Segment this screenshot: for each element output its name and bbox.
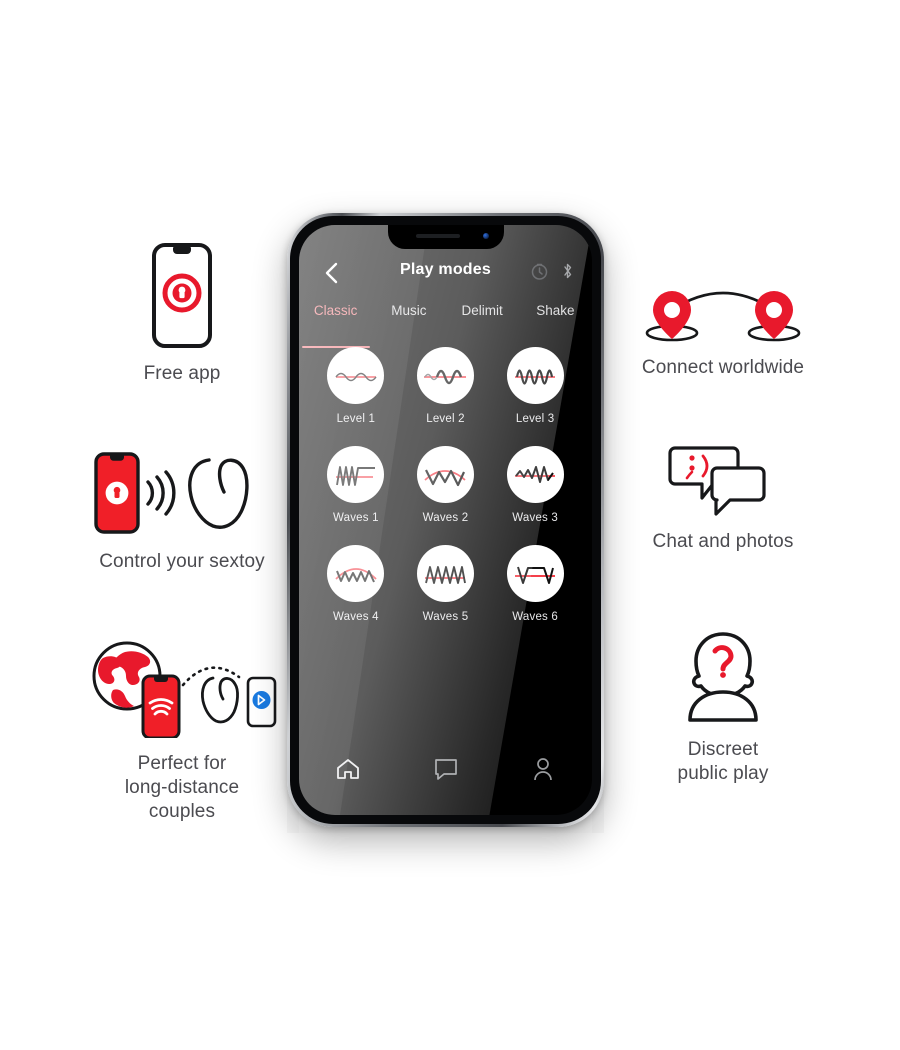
feature-caption: Connect worldwide	[641, 357, 805, 378]
mode-waves-5[interactable]: Waves 5	[401, 545, 491, 623]
mode-tabs: Classic Music Delimit Shake	[299, 303, 592, 337]
globe-phone-toy-bluetooth-icon	[87, 638, 277, 738]
feature-caption: Control your sextoy	[99, 551, 265, 572]
mode-level-2[interactable]: Level 2	[401, 347, 491, 425]
nav-home-button[interactable]	[299, 757, 397, 781]
feature-connect-worldwide: Connect worldwide	[620, 280, 826, 380]
phone-mockup: Play modes Classic Music Delimit Shake L…	[287, 213, 604, 833]
phone-frame: Play modes Classic Music Delimit Shake L…	[287, 213, 604, 827]
mode-label: Waves 2	[422, 512, 469, 524]
feature-long-distance: Perfect for long-distance couples	[82, 638, 282, 824]
mode-label: Waves 6	[512, 611, 558, 623]
mode-label: Level 1	[336, 413, 376, 425]
mode-waves-6[interactable]: Waves 6	[490, 545, 580, 623]
mode-level-3[interactable]: Level 3	[490, 347, 580, 425]
caption-line-1: Discreet	[687, 739, 759, 760]
mode-waves-4[interactable]: Waves 4	[311, 545, 401, 623]
front-camera-icon	[482, 233, 489, 239]
phone-bezel: Play modes Classic Music Delimit Shake L…	[290, 216, 601, 824]
caption-line-2: long-distance	[124, 777, 240, 798]
promo-layout: Free app Control your sextoy Perfect for…	[0, 0, 900, 1050]
tab-music[interactable]: Music	[372, 303, 445, 337]
feature-control-sextoy: Control your sextoy	[82, 448, 282, 574]
waveform-waves-4-icon	[327, 545, 385, 602]
anonymous-person-question-icon	[668, 630, 778, 724]
mode-label: Waves 1	[332, 512, 379, 524]
app-header: Play modes	[299, 255, 592, 293]
nav-profile-button[interactable]	[494, 757, 592, 781]
timer-icon[interactable]	[531, 263, 548, 285]
phone-signal-toy-icon	[93, 448, 271, 536]
mode-label: Waves 4	[332, 611, 379, 623]
caption-line-3: couples	[148, 801, 216, 822]
mode-waves-3[interactable]: Waves 3	[490, 446, 580, 524]
play-modes-grid: Level 1 Level 2 Level 3 Waves 1 Waves 2 …	[311, 347, 580, 644]
waveform-level-3-icon	[506, 347, 564, 404]
bluetooth-icon[interactable]	[561, 262, 574, 285]
bottom-nav	[299, 749, 592, 789]
app-ui: Play modes Classic Music Delimit Shake L…	[299, 225, 592, 815]
two-speech-bubbles-icon	[667, 444, 779, 516]
waveform-waves-3-icon	[506, 446, 564, 503]
phone-notch	[387, 225, 504, 249]
feature-free-app: Free app	[92, 243, 272, 386]
mode-waves-2[interactable]: Waves 2	[401, 446, 491, 524]
feature-chat-photos: Chat and photos	[638, 444, 808, 554]
waveform-waves-2-icon	[416, 446, 474, 503]
earpiece-speaker	[415, 234, 460, 238]
nav-chat-button[interactable]	[397, 758, 495, 780]
tab-shake[interactable]: Shake	[519, 303, 592, 337]
feature-caption: Free app	[143, 363, 221, 384]
caption-line-2: public play	[677, 763, 769, 784]
mode-waves-1[interactable]: Waves 1	[311, 446, 401, 524]
waveform-waves-6-icon	[506, 545, 564, 602]
tab-classic[interactable]: Classic	[299, 303, 372, 337]
phone-screen: Play modes Classic Music Delimit Shake L…	[299, 225, 592, 815]
header-actions	[531, 262, 574, 285]
phone-with-app-logo-icon	[152, 243, 212, 348]
waveform-waves-1-icon	[327, 446, 385, 503]
feature-caption: Perfect for long-distance couples	[125, 752, 239, 824]
feature-caption: Chat and photos	[652, 531, 794, 552]
mode-label: Waves 5	[422, 611, 469, 623]
two-map-pins-arc-icon	[640, 280, 806, 342]
mode-level-1[interactable]: Level 1	[311, 347, 401, 425]
waveform-waves-5-icon	[416, 545, 474, 602]
tab-delimit[interactable]: Delimit	[446, 303, 519, 337]
mode-label: Level 2	[426, 413, 465, 425]
feature-caption: Discreet public play	[678, 738, 769, 786]
feature-discreet-play: Discreet public play	[640, 630, 806, 786]
waveform-level-2-icon	[416, 347, 474, 404]
mode-label: Waves 3	[512, 512, 558, 524]
caption-line-1: Perfect for	[137, 753, 227, 774]
waveform-level-1-icon	[327, 347, 385, 404]
mode-label: Level 3	[515, 413, 555, 425]
